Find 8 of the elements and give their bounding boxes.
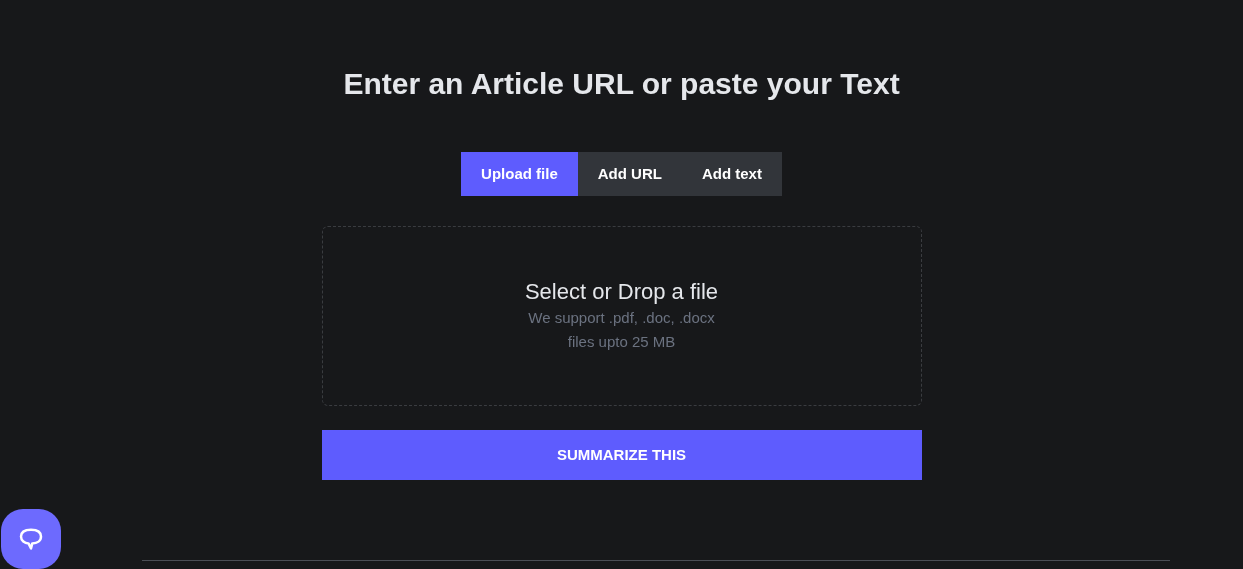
summarize-button[interactable]: SUMMARIZE THIS <box>321 430 922 480</box>
dropzone-hint: We support .pdf, .doc, .docx <box>528 308 715 328</box>
page-heading: Enter an Article URL or paste your Text <box>343 66 900 102</box>
file-dropzone[interactable]: Select or Drop a file We support .pdf, .doc, .docx files upto 25 MB <box>321 226 922 406</box>
chat-button[interactable] <box>1 509 61 569</box>
dropzone-title: Select or Drop a file <box>524 278 719 306</box>
tab[interactable]: Upload file <box>461 152 578 196</box>
dropzone-hint: files upto 25 MB <box>567 332 676 352</box>
